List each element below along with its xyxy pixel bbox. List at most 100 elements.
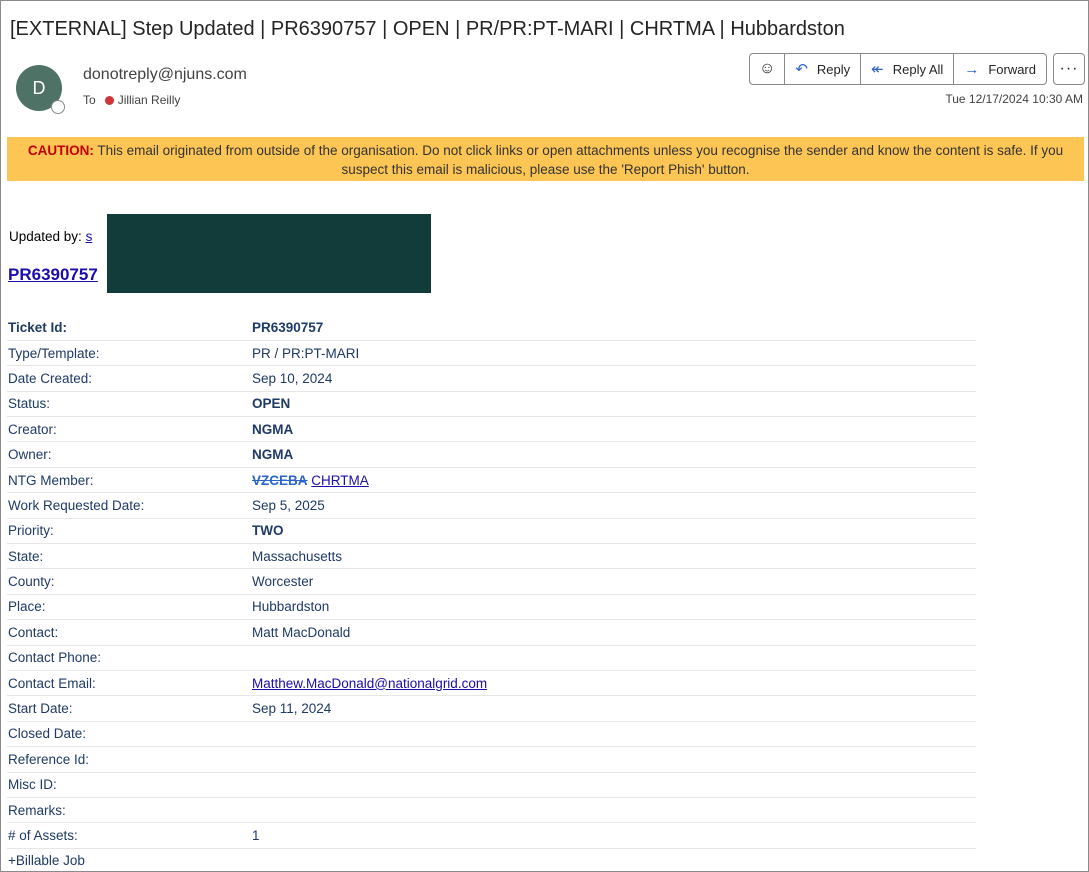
field-value bbox=[251, 645, 976, 671]
more-actions-button[interactable]: ··· bbox=[1053, 53, 1085, 85]
table-row: County: Worcester bbox=[7, 568, 976, 595]
table-row: Status: OPEN bbox=[7, 391, 976, 418]
field-value bbox=[251, 721, 976, 748]
field-label: Creator: bbox=[7, 416, 251, 443]
field-label: Start Date: bbox=[7, 695, 251, 722]
field-value: Matthew.MacDonald@nationalgrid.com bbox=[251, 670, 976, 697]
field-label: Contact Email: bbox=[7, 670, 251, 697]
ticket-link[interactable]: PR6390757 bbox=[8, 265, 98, 285]
updated-by-line: Updated by: s bbox=[9, 229, 92, 244]
caution-banner: CAUTION: This email originated from outs… bbox=[7, 137, 1084, 181]
field-value: Sep 11, 2024 bbox=[251, 695, 976, 722]
table-row: Contact: Matt MacDonald bbox=[7, 619, 976, 646]
field-value bbox=[251, 746, 976, 773]
field-label: Misc ID: bbox=[7, 772, 251, 798]
redaction-block bbox=[107, 214, 431, 293]
reply-all-button[interactable]: ↞ Reply All bbox=[861, 54, 955, 84]
recipient-name[interactable]: Jillian Reilly bbox=[118, 93, 181, 107]
field-value: OPEN bbox=[251, 391, 976, 418]
updated-by-link[interactable]: s bbox=[86, 229, 93, 244]
table-row: # of Assets: 1 bbox=[7, 822, 976, 849]
table-row: Type/Template: PR / PR:PT-MARI bbox=[7, 340, 976, 367]
field-value: TWO bbox=[251, 518, 976, 545]
caution-label: CAUTION: bbox=[27, 143, 94, 158]
field-label: Owner: bbox=[7, 441, 251, 468]
table-row: State: Massachusetts bbox=[7, 543, 976, 570]
field-value: Sep 5, 2025 bbox=[251, 492, 976, 519]
field-label: Place: bbox=[7, 594, 251, 621]
field-label: Status: bbox=[7, 391, 251, 418]
email-subject: [EXTERNAL] Step Updated | PR6390757 | OP… bbox=[10, 18, 845, 40]
field-value: Massachusetts bbox=[251, 543, 976, 570]
field-value bbox=[251, 797, 976, 824]
sender-avatar[interactable]: D bbox=[16, 65, 65, 114]
reply-all-arrow-icon: ↞ bbox=[871, 61, 884, 78]
sender-address[interactable]: donotreply@njuns.com bbox=[83, 66, 247, 84]
field-label: Remarks: bbox=[7, 797, 251, 824]
field-value: Matt MacDonald bbox=[251, 619, 976, 646]
table-row: Owner: NGMA bbox=[7, 441, 976, 468]
table-row: Closed Date: bbox=[7, 721, 976, 748]
table-row: Creator: NGMA bbox=[7, 416, 976, 443]
forward-button[interactable]: → Forward bbox=[954, 54, 1046, 84]
field-value: Hubbardston bbox=[251, 594, 976, 621]
table-row: Contact Phone: bbox=[7, 645, 976, 671]
field-label: NTG Member: bbox=[7, 467, 251, 494]
table-row: +Billable Job bbox=[7, 848, 976, 872]
field-value: NGMA bbox=[251, 416, 976, 443]
field-value: Sep 10, 2024 bbox=[251, 365, 976, 392]
to-label: To bbox=[83, 93, 96, 107]
presence-status-icon bbox=[51, 100, 65, 114]
field-value bbox=[251, 772, 976, 798]
field-label: Closed Date: bbox=[7, 721, 251, 748]
message-actions: ☺ ↶ Reply ↞ Reply All → Forward ··· bbox=[748, 53, 1085, 85]
received-datetime: Tue 12/17/2024 10:30 AM bbox=[945, 92, 1083, 106]
field-label: County: bbox=[7, 568, 251, 595]
recipient-status-icon bbox=[104, 95, 114, 105]
caution-text: This email originated from outside of th… bbox=[93, 143, 1064, 177]
field-label[interactable]: +Billable Job bbox=[7, 848, 251, 872]
field-value: NGMA bbox=[251, 441, 976, 468]
recipient-line: To Jillian Reilly bbox=[83, 93, 180, 107]
field-label: Priority: bbox=[7, 518, 251, 545]
field-label: # of Assets: bbox=[7, 822, 251, 849]
action-button-group: ☺ ↶ Reply ↞ Reply All → Forward bbox=[748, 53, 1047, 85]
field-value: VZCEBA CHRTMA bbox=[251, 467, 976, 494]
ticket-details-table: Ticket Id: PR6390757 Type/Template: PR /… bbox=[7, 315, 976, 872]
field-value: PR / PR:PT-MARI bbox=[251, 340, 976, 367]
smiley-icon[interactable]: ☺ bbox=[750, 54, 786, 84]
field-label: Work Requested Date: bbox=[7, 492, 251, 519]
table-row: Date Created: Sep 10, 2024 bbox=[7, 365, 976, 392]
table-row: Work Requested Date: Sep 5, 2025 bbox=[7, 492, 976, 519]
table-row: NTG Member: VZCEBA CHRTMA bbox=[7, 467, 976, 494]
table-row: Misc ID: bbox=[7, 772, 976, 798]
table-row: Reference Id: bbox=[7, 746, 976, 773]
table-row: Start Date: Sep 11, 2024 bbox=[7, 695, 976, 722]
ntg-member-old: VZCEBA bbox=[252, 472, 308, 488]
reply-button[interactable]: ↶ Reply bbox=[785, 54, 862, 84]
forward-label: Forward bbox=[988, 61, 1036, 77]
field-value: Worcester bbox=[251, 568, 976, 595]
field-value bbox=[251, 848, 976, 872]
field-label: Contact Phone: bbox=[7, 645, 251, 671]
reply-all-label: Reply All bbox=[892, 61, 944, 77]
table-row: Contact Email: Matthew.MacDonald@nationa… bbox=[7, 670, 976, 697]
field-label: Contact: bbox=[7, 619, 251, 646]
field-label: Date Created: bbox=[7, 365, 251, 392]
contact-email-link[interactable]: Matthew.MacDonald@nationalgrid.com bbox=[252, 676, 487, 691]
table-row: Place: Hubbardston bbox=[7, 594, 976, 621]
field-label: Ticket Id: bbox=[7, 315, 251, 341]
table-row: Priority: TWO bbox=[7, 518, 976, 545]
table-row: Ticket Id: PR6390757 bbox=[7, 315, 976, 341]
field-label: Type/Template: bbox=[7, 340, 251, 367]
field-value: PR6390757 bbox=[251, 315, 976, 341]
table-row: Remarks: bbox=[7, 797, 976, 824]
field-label: State: bbox=[7, 543, 251, 570]
avatar-initial: D bbox=[32, 77, 46, 98]
ntg-member-new[interactable]: CHRTMA bbox=[311, 473, 369, 488]
field-label: Reference Id: bbox=[7, 746, 251, 773]
reply-label: Reply bbox=[816, 61, 851, 77]
updated-by-label: Updated by: bbox=[9, 229, 86, 244]
forward-arrow-icon: → bbox=[964, 60, 980, 78]
field-value: 1 bbox=[251, 822, 976, 849]
